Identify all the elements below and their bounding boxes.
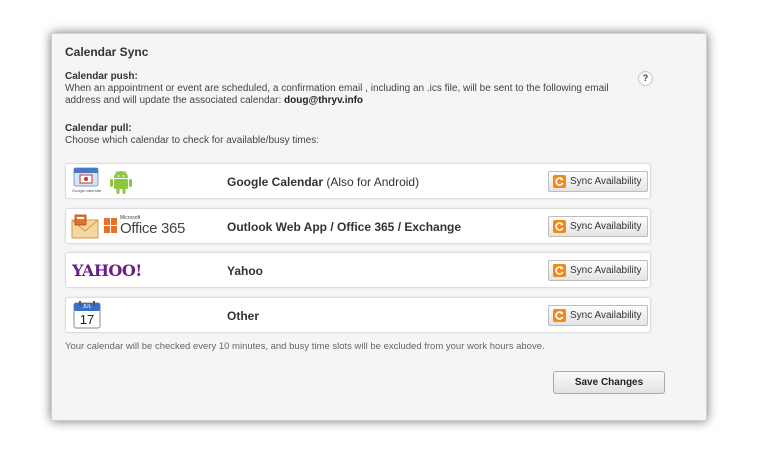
calendar-sync-panel: Calendar Sync ? Calendar push: When an a… — [51, 33, 707, 421]
sync-button-label: Sync Availability — [570, 176, 642, 187]
sync-icon — [553, 264, 566, 277]
office-logo-text: Office 365 — [120, 220, 186, 237]
sync-availability-button-google[interactable]: Sync Availability — [548, 171, 648, 192]
sync-availability-button-yahoo[interactable]: Sync Availability — [548, 260, 648, 281]
other-name-text: Other — [227, 309, 260, 323]
section-title: Calendar Sync — [65, 45, 149, 59]
sync-availability-button-outlook[interactable]: Sync Availability — [548, 216, 648, 237]
calendar-row-yahoo: YAHOO! Yahoo Sync Availability — [65, 252, 651, 288]
sync-interval-note: Your calendar will be checked every 10 m… — [65, 341, 545, 352]
help-icon[interactable]: ? — [638, 71, 653, 86]
sync-button-label: Sync Availability — [570, 221, 642, 232]
sync-icon — [553, 309, 566, 322]
calendar-row-google: Google calendar Google Calendar (Also fo… — [65, 163, 651, 199]
outlook-envelope-icon — [71, 214, 99, 239]
pull-heading: Calendar pull: — [65, 123, 132, 134]
yahoo-logo: YAHOO! — [72, 261, 142, 280]
sync-button-label: Sync Availability — [570, 310, 642, 321]
calendar-name-yahoo: Yahoo — [227, 264, 263, 278]
android-icon — [110, 170, 132, 194]
calendar-row-other: JUL 17 Other Sync Availability — [65, 297, 651, 333]
calendar-name-other: Other — [227, 309, 259, 323]
google-name-text: Google Calendar — [227, 175, 324, 189]
calendar-logo-month: JUL — [82, 304, 92, 310]
calendar-name-google: Google Calendar (Also for Android) — [227, 175, 419, 189]
google-name-note: (Also for Android) — [326, 175, 420, 189]
sync-button-label: Sync Availability — [570, 265, 642, 276]
android-logo — [109, 168, 133, 201]
outlook-envelope-logo — [70, 213, 102, 246]
generic-calendar-logo: JUL 17 — [73, 301, 101, 329]
push-description: When an appointment or event are schedul… — [65, 83, 635, 107]
sync-icon — [553, 175, 566, 188]
sync-availability-button-other[interactable]: Sync Availability — [548, 305, 648, 326]
calendar-row-outlook: Microsoft Office 365 Outlook Web App / O… — [65, 208, 651, 244]
pull-description: Choose which calendar to check for avail… — [65, 135, 320, 146]
save-changes-button[interactable]: Save Changes — [553, 371, 665, 394]
yahoo-name-text: Yahoo — [227, 264, 264, 278]
calendar-name-outlook: Outlook Web App / Office 365 / Exchange — [227, 220, 461, 234]
office-icon — [104, 218, 117, 233]
push-heading: Calendar push: — [65, 71, 138, 82]
outlook-name-text: Outlook Web App / Office 365 / Exchange — [227, 220, 462, 234]
google-logo-text: Google calendar — [72, 188, 102, 193]
push-email: doug@thryv.info — [284, 95, 364, 106]
calendar-logo-day: 17 — [79, 312, 95, 327]
sync-icon — [553, 220, 566, 233]
google-calendar-logo: Google calendar — [72, 167, 104, 200]
